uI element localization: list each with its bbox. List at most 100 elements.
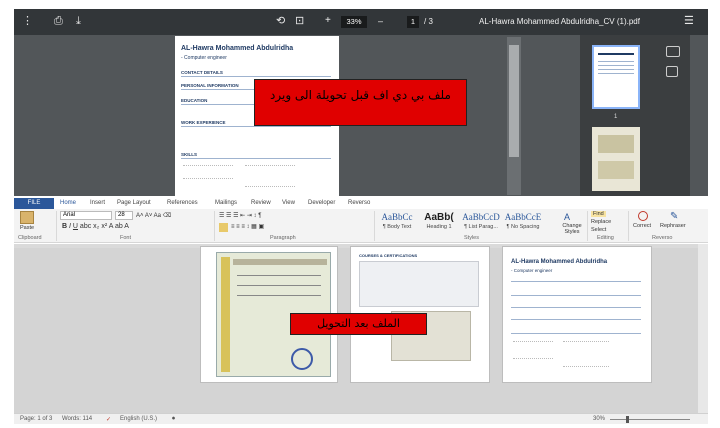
tab-review[interactable]: Review — [251, 200, 271, 206]
style-label: ¶ Body Text — [382, 224, 412, 230]
section-rule — [511, 295, 641, 296]
proofing-icon[interactable]: ✓ — [106, 416, 111, 423]
font-size-box[interactable]: 28 — [115, 211, 133, 220]
style-preview: AaBbCc — [381, 212, 413, 222]
paste-button[interactable]: Paste — [20, 225, 34, 231]
zoom-in-button[interactable]: + — [325, 15, 331, 26]
fit-page-icon[interactable]: ⊡ — [295, 15, 304, 27]
change-styles-button[interactable]: Change Styles — [559, 223, 585, 235]
group-divider — [374, 211, 375, 241]
certificate-image — [359, 261, 479, 307]
page-number-input[interactable]: 1 — [407, 16, 419, 28]
print-icon[interactable]: ⎙ — [54, 15, 63, 27]
doc-page-3: AL-Hawra Mohammed Abdulridha - Computer … — [502, 246, 652, 383]
certificate-line — [237, 295, 321, 296]
thumbnail-view-icon[interactable] — [666, 46, 680, 57]
section-rule — [181, 158, 331, 159]
correct-icon[interactable] — [638, 211, 648, 221]
style-preview: AaBbCcD — [462, 212, 500, 222]
cv-section: EDUCATION — [181, 98, 208, 103]
ribbon: Paste Clipboard Arial 28 A˄ A˅ Aa ⌫ B I … — [14, 209, 708, 243]
cv-section: PERSONAL INFORMATION — [181, 83, 239, 88]
grow-font-icon[interactable]: A˄ A˅ Aa ⌫ — [136, 212, 171, 219]
zoom-percent[interactable]: 30% — [593, 416, 605, 422]
pdf-scrollbar-thumb[interactable] — [509, 45, 519, 157]
zoom-out-button[interactable]: – — [378, 16, 383, 26]
status-bar: Page: 1 of 3 Words: 114 ✓ English (U.S.)… — [14, 413, 708, 424]
tab-insert[interactable]: Insert — [90, 200, 105, 206]
certificate-line — [237, 275, 321, 276]
skills-column — [245, 165, 295, 187]
cv-name: AL-Hawra Mohammed Abdulridha — [181, 45, 294, 52]
ribbon-tabs: FILE Home Insert Page Layout References … — [14, 198, 708, 209]
thumbnail-sidebar: 1 — [580, 35, 690, 196]
rotate-icon[interactable]: ⟲ — [276, 15, 285, 27]
page-total: / 3 — [424, 17, 433, 26]
section-rule — [181, 126, 331, 127]
certificate-border — [221, 257, 230, 372]
cv-subtitle: - Computer engineer — [181, 55, 227, 61]
tab-home[interactable]: Home — [60, 200, 76, 206]
group-divider — [214, 211, 215, 241]
tab-developer[interactable]: Developer — [308, 200, 335, 206]
tab-reverso[interactable]: Reverso — [348, 200, 370, 206]
pdf-file-title: AL-Hawra Mohammed Abdulridha_CV (1).pdf — [479, 17, 640, 26]
align-buttons[interactable]: ≡ ≡ ≡ ↕ ▦ ▣ — [231, 223, 264, 230]
style-label: ¶ No Spacing — [506, 224, 540, 230]
word-window: FILE Home Insert Page Layout References … — [14, 198, 708, 426]
certificate-line — [237, 285, 321, 286]
note-after-conversion: الملف بعد التحويل — [290, 313, 427, 335]
vertical-scrollbar[interactable] — [698, 244, 708, 414]
word-count[interactable]: Words: 114 — [62, 416, 92, 422]
outline-menu-icon[interactable]: ☰ — [684, 15, 694, 27]
download-icon[interactable]: ⤓ — [76, 15, 81, 27]
page-count[interactable]: Page: 1 of 3 — [20, 416, 52, 422]
align-left-button[interactable] — [219, 223, 228, 232]
section-rule — [511, 319, 641, 320]
paste-icon[interactable] — [20, 211, 34, 224]
find-button[interactable]: Find — [591, 211, 606, 217]
skills-column — [513, 341, 553, 359]
correct-button[interactable]: Correct — [633, 223, 651, 229]
style-label: ¶ List Parag... — [464, 224, 498, 230]
cv-section: CONTACT DETAILS — [181, 70, 223, 75]
font-name-box[interactable]: Arial — [60, 211, 112, 220]
rephraser-button[interactable]: Rephraser — [660, 223, 686, 229]
select-button[interactable]: Select — [591, 227, 606, 233]
change-styles-icon[interactable]: A — [564, 212, 570, 222]
group-paragraph: Paragraph — [270, 235, 296, 241]
style-list-paragraph[interactable]: AaBbCcD ¶ List Parag... — [461, 211, 501, 233]
group-divider — [628, 211, 629, 241]
replace-button[interactable]: Replace — [591, 219, 611, 225]
tab-view[interactable]: View — [282, 200, 295, 206]
section-rule — [511, 281, 641, 282]
tab-references[interactable]: References — [167, 200, 198, 206]
section-rule — [511, 307, 641, 308]
list-buttons[interactable]: ☰ ☰ ☰ ⇤ ⇥ ↕ ¶ — [219, 212, 261, 219]
more-icon[interactable]: ⋮ — [22, 15, 33, 27]
style-heading-1[interactable]: AaBb(Heading 1 — [419, 211, 459, 233]
tab-page-layout[interactable]: Page Layout — [117, 200, 151, 206]
cv-name: AL-Hawra Mohammed Abdulridha — [511, 259, 608, 265]
pdf-toolbar: ⋮ ⎙ ⤓ ⟲ ⊡ + 33% – 1 / 3 AL-Hawra Mohamme… — [14, 9, 708, 35]
page-thumbnail-2[interactable] — [592, 127, 640, 191]
zoom-level[interactable]: 33% — [341, 16, 367, 28]
skills-column — [563, 341, 609, 367]
style-no-spacing[interactable]: AaBbCcE ¶ No Spacing — [503, 211, 543, 233]
page-thumbnail-1[interactable] — [592, 45, 640, 109]
file-tab[interactable]: FILE — [14, 198, 54, 209]
format-buttons[interactable]: B I U abc x₂ x² A ab A — [62, 223, 129, 230]
zoom-slider[interactable] — [610, 419, 690, 420]
group-clipboard: Clipboard — [18, 235, 42, 241]
style-body-text[interactable]: AaBbCc ¶ Body Text — [377, 211, 417, 233]
certifications-heading: COURSES & CERTIFICATIONS — [359, 253, 418, 258]
outline-view-icon[interactable] — [666, 66, 678, 77]
tab-mailings[interactable]: Mailings — [215, 200, 237, 206]
zoom-slider-thumb[interactable] — [626, 416, 629, 423]
skills-column — [183, 165, 233, 179]
language[interactable]: English (U.S.) — [120, 416, 157, 422]
rephraser-icon[interactable]: ✎ — [670, 211, 678, 222]
section-rule — [181, 76, 331, 77]
macro-icon[interactable]: ⏺ — [172, 416, 175, 423]
group-divider — [587, 211, 588, 241]
